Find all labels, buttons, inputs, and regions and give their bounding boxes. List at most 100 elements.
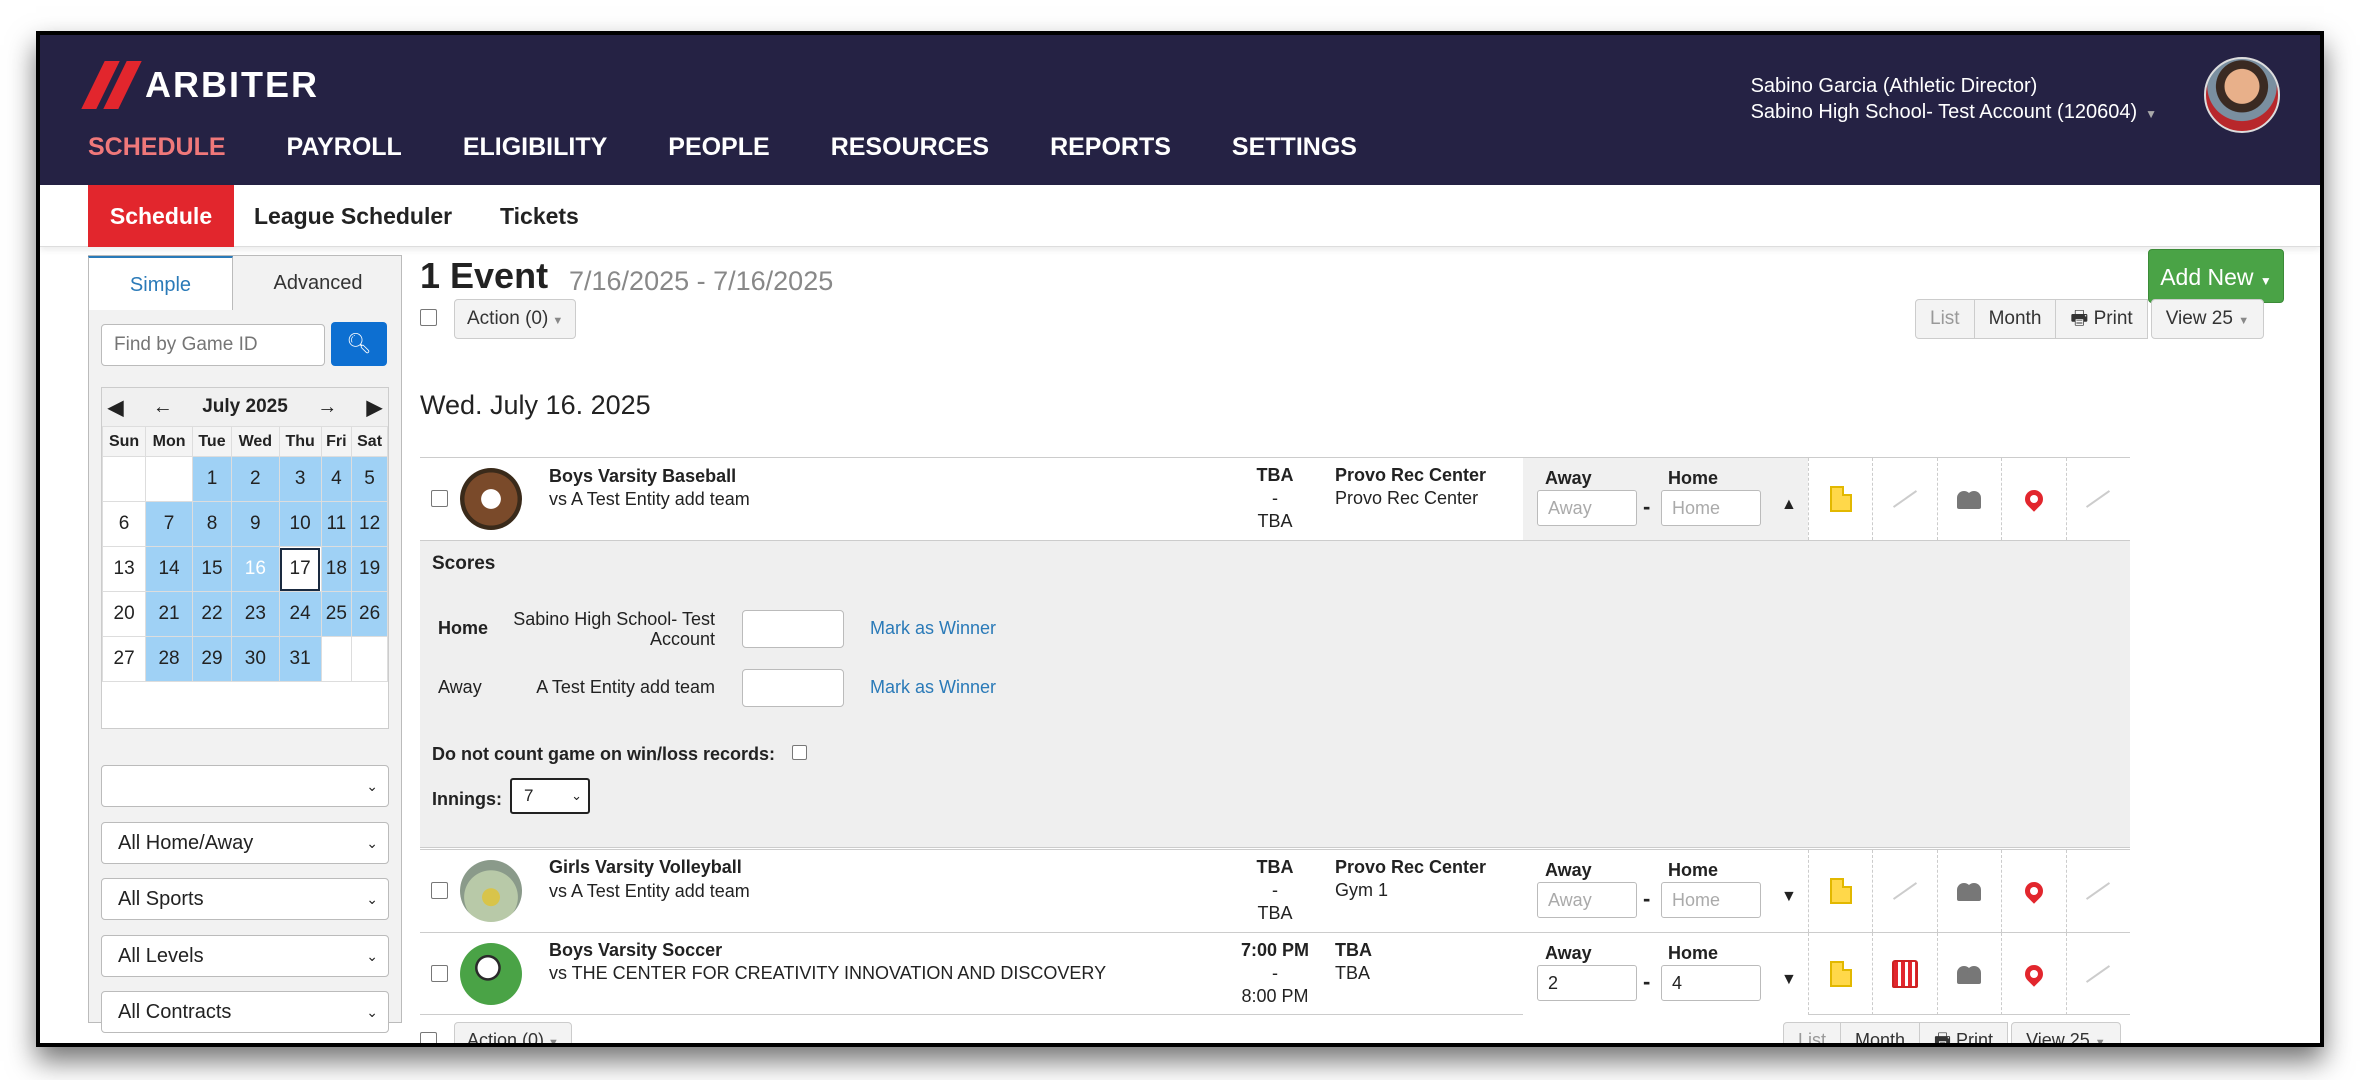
notes-button[interactable] [1808, 933, 1872, 1015]
view-count-button[interactable]: View 25 ▼ [2011, 1022, 2121, 1043]
filter-levels[interactable]: All Levels ⌄ [101, 935, 389, 977]
event-checkbox[interactable] [431, 965, 448, 982]
calendar-day[interactable]: 11 [320, 501, 353, 547]
tab-advanced[interactable]: Advanced [235, 256, 401, 310]
next-year-icon[interactable]: ▶ [367, 395, 382, 420]
avatar[interactable] [2204, 57, 2280, 133]
nav-schedule[interactable]: SCHEDULE [88, 133, 226, 162]
print-button[interactable]: 🖶︎ Print [2055, 299, 2148, 339]
extra-button[interactable] [2065, 850, 2130, 932]
away-score-input[interactable]: Away [1537, 490, 1637, 526]
game-id-search-input[interactable] [101, 324, 325, 366]
calendar-day[interactable]: 28 [145, 636, 193, 682]
mark-away-winner-link[interactable]: Mark as Winner [870, 677, 996, 698]
event-checkbox[interactable] [431, 882, 448, 899]
prev-year-icon[interactable]: ◀ [108, 395, 123, 420]
calendar-day[interactable]: 21 [145, 591, 193, 637]
away-final-score-input[interactable] [742, 669, 844, 707]
event-team[interactable]: Boys Varsity Baseball [549, 466, 736, 487]
expand-icon[interactable]: ▼ [1781, 888, 1797, 906]
calendar-day[interactable]: 31 [278, 636, 322, 682]
month-view-button[interactable]: Month [1840, 1022, 1921, 1043]
mark-home-winner-link[interactable]: Mark as Winner [870, 618, 996, 639]
expand-icon[interactable]: ▼ [1781, 971, 1797, 989]
nav-eligibility[interactable]: ELIGIBILITY [463, 133, 607, 162]
filter-sports[interactable]: All Sports ⌄ [101, 878, 389, 920]
map-button[interactable] [2001, 458, 2065, 540]
innings-select[interactable]: 7 ⌄ [510, 778, 590, 814]
home-score-input[interactable]: Home [1661, 490, 1761, 526]
prev-month-icon[interactable]: ← [153, 396, 173, 419]
calendar-day[interactable]: 30 [231, 636, 280, 682]
event-team[interactable]: Boys Varsity Soccer [549, 940, 722, 961]
calendar-day[interactable]: 1 [191, 456, 233, 502]
away-score-input[interactable]: Away [1537, 882, 1637, 918]
home-score-input[interactable]: Home [1661, 882, 1761, 918]
calendar-day[interactable]: 27 [101, 636, 147, 682]
subnav-tickets[interactable]: Tickets [500, 185, 579, 247]
home-score-input[interactable]: 4 [1661, 965, 1761, 1001]
select-all-checkbox-bottom[interactable] [420, 1032, 437, 1043]
calendar-day[interactable]: 7 [145, 501, 193, 547]
officials-button[interactable] [1936, 458, 2001, 540]
location[interactable]: Provo Rec Center [1335, 857, 1486, 877]
extra-button[interactable] [2065, 458, 2130, 540]
calendar-day[interactable]: 19 [351, 546, 388, 592]
calendar-day[interactable]: 2 [231, 456, 280, 502]
print-button[interactable]: 🖶︎ Print [1919, 1022, 2009, 1043]
calendar-day[interactable]: 22 [191, 591, 233, 637]
list-view-button[interactable]: List [1783, 1022, 1842, 1043]
notes-button[interactable] [1808, 850, 1872, 932]
calendar-day[interactable]: 15 [191, 546, 233, 592]
home-final-score-input[interactable] [742, 610, 844, 648]
nav-resources[interactable]: RESOURCES [831, 133, 989, 162]
calendar-day[interactable]: 9 [231, 501, 280, 547]
calendar-day[interactable]: 29 [191, 636, 233, 682]
calendar-day[interactable]: 6 [101, 501, 147, 547]
user-menu[interactable]: Sabino Garcia (Athletic Director) Sabino… [1751, 73, 2157, 127]
add-new-button[interactable]: Add New ▼ [2148, 249, 2284, 303]
tab-simple[interactable]: Simple [88, 256, 233, 310]
arbiter-logo[interactable]: ARBITER [81, 61, 319, 109]
nav-payroll[interactable]: PAYROLL [287, 133, 402, 162]
calendar-day[interactable]: 13 [101, 546, 147, 592]
calendar-day[interactable]: 10 [278, 501, 322, 547]
calendar-day[interactable]: 23 [231, 591, 280, 637]
event-checkbox[interactable] [431, 490, 448, 507]
calendar-day[interactable]: 24 [278, 591, 322, 637]
calendar-day[interactable]: 16 [231, 546, 280, 592]
calendar-day[interactable]: 4 [320, 456, 353, 502]
calendar-day[interactable]: 18 [320, 546, 353, 592]
nav-settings[interactable]: SETTINGS [1232, 133, 1357, 162]
action-button[interactable]: Action (0) ▼ [454, 299, 577, 339]
nav-people[interactable]: PEOPLE [668, 133, 769, 162]
calendar-day[interactable]: 25 [320, 591, 353, 637]
calendar-day[interactable]: 8 [191, 501, 233, 547]
calendar-day[interactable]: 17 [278, 546, 322, 592]
officials-button[interactable] [1936, 850, 2001, 932]
notes-button[interactable] [1808, 458, 1872, 540]
subnav-league-scheduler[interactable]: League Scheduler [254, 185, 452, 247]
map-button[interactable] [2001, 850, 2065, 932]
calendar-day[interactable]: 20 [101, 591, 147, 637]
filter-select-blank[interactable]: ⌄ [101, 765, 389, 807]
event-team[interactable]: Girls Varsity Volleyball [549, 857, 742, 878]
extra-button[interactable] [2065, 933, 2130, 1015]
no-count-checkbox[interactable] [792, 745, 807, 760]
list-view-button[interactable]: List [1915, 299, 1975, 339]
view-count-button[interactable]: View 25 ▼ [2150, 299, 2265, 339]
calendar-day[interactable]: 14 [145, 546, 193, 592]
calendar-day[interactable]: 26 [351, 591, 388, 637]
month-view-button[interactable]: Month [1973, 299, 2057, 339]
location[interactable]: Provo Rec Center [1335, 465, 1486, 485]
calendar-day[interactable]: 3 [278, 456, 322, 502]
select-all-checkbox[interactable] [420, 309, 437, 326]
collapse-icon[interactable]: ▲ [1781, 496, 1797, 514]
uniform-button[interactable] [1872, 933, 1936, 1015]
calendar-day[interactable]: 5 [351, 456, 388, 502]
uniform-button[interactable] [1872, 458, 1936, 540]
filter-home-away[interactable]: All Home/Away ⌄ [101, 822, 389, 864]
subnav-schedule[interactable]: Schedule [88, 185, 234, 247]
uniform-button[interactable] [1872, 850, 1936, 932]
map-button[interactable] [2001, 933, 2065, 1015]
